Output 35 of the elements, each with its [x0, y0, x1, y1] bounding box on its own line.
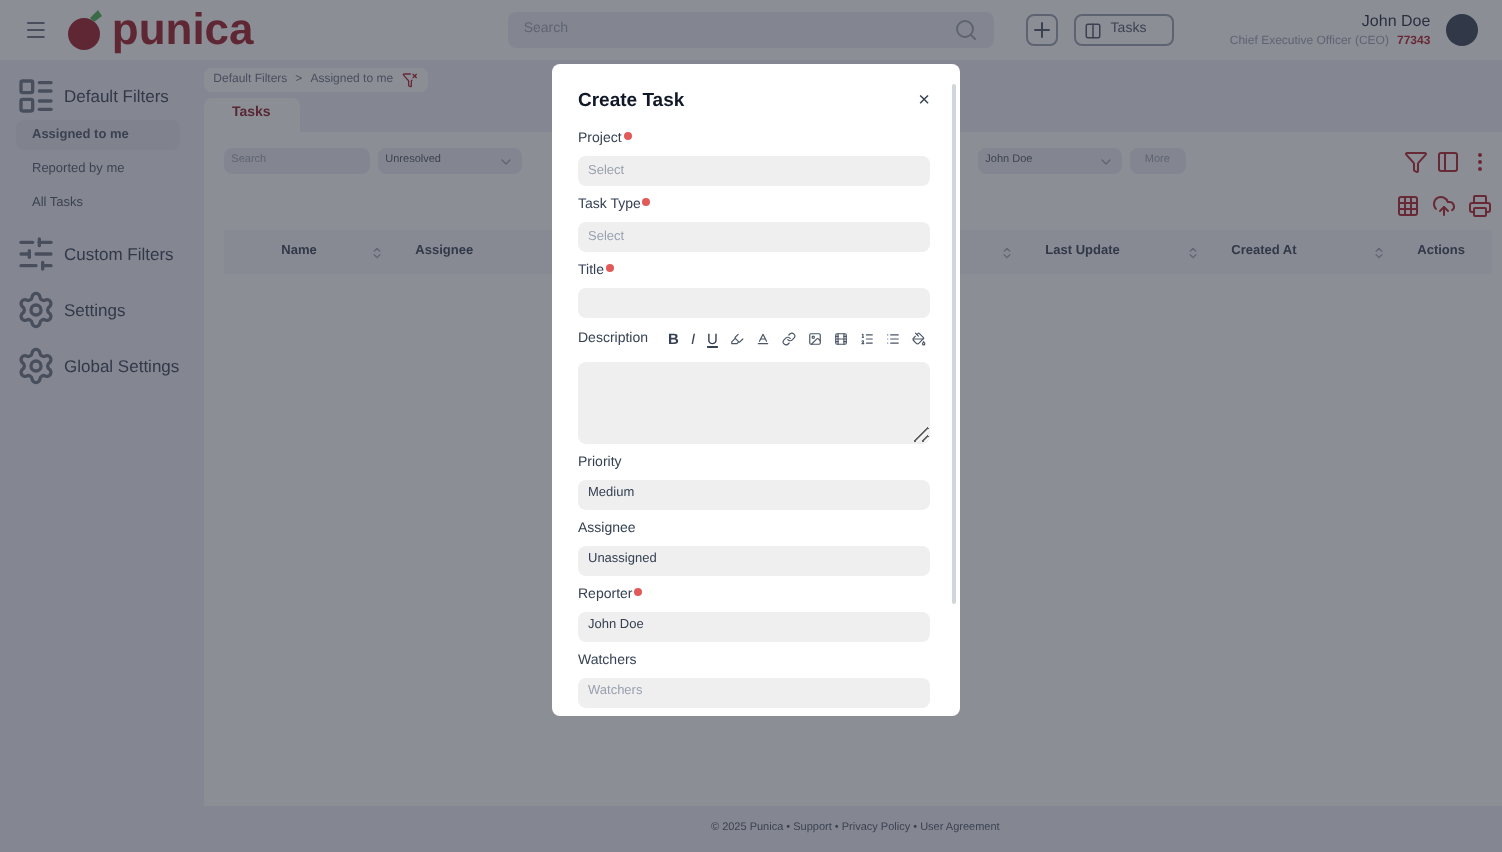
scrollbar[interactable] [952, 84, 956, 604]
description-field[interactable] [578, 361, 930, 443]
filter-icon[interactable] [1403, 149, 1428, 173]
sidebar-heading[interactable]: Custom Filters [64, 241, 174, 267]
paint-bucket-icon[interactable] [911, 332, 926, 347]
add-button[interactable] [1026, 14, 1059, 46]
cloud-upload-icon[interactable] [1431, 194, 1456, 218]
gear-icon [16, 290, 56, 330]
list-icon [16, 76, 56, 116]
image-icon[interactable] [807, 332, 822, 347]
search-icon [954, 18, 979, 42]
sidebar-heading[interactable]: Global Settings [64, 353, 180, 379]
dialog-title: Create Task [578, 88, 685, 116]
columns-icon [1084, 21, 1103, 39]
highlighter-icon[interactable] [729, 332, 744, 347]
logo-text: punica [111, 8, 254, 52]
sidebar-heading[interactable]: Default Filters [64, 83, 169, 109]
print-icon[interactable] [1467, 194, 1492, 218]
gear-icon [16, 346, 56, 386]
film-icon[interactable] [833, 332, 848, 347]
filter-clear-icon[interactable] [401, 72, 418, 88]
user-name: John Doe [1361, 9, 1431, 33]
avatar [1446, 14, 1478, 46]
bullet-list-icon[interactable] [885, 332, 900, 347]
link-icon[interactable] [781, 332, 796, 347]
sidebar-heading[interactable]: Settings [64, 297, 126, 323]
menu-icon[interactable] [24, 18, 48, 42]
numbered-list-icon[interactable] [859, 332, 874, 347]
panel-icon[interactable] [1435, 149, 1460, 173]
close-button[interactable]: × [918, 92, 930, 113]
plus-icon [1030, 18, 1055, 42]
text-color-icon[interactable] [755, 332, 770, 347]
sliders-icon [16, 234, 56, 274]
pomegranate-logo-icon [63, 8, 108, 52]
grid-icon[interactable] [1395, 194, 1420, 218]
